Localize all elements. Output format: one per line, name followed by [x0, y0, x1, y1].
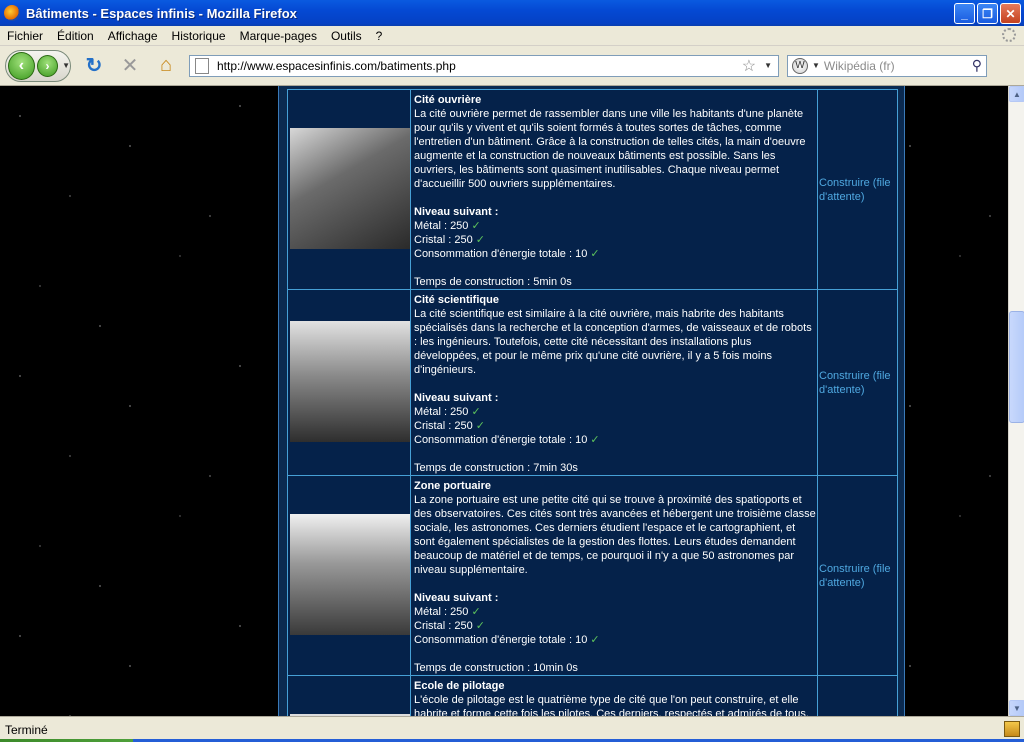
check-icon: ✓	[590, 634, 600, 646]
search-icon[interactable]: ⚲	[972, 57, 982, 74]
building-row: Cité scientifique La cité scientifique e…	[287, 289, 898, 476]
building-name: Ecole de pilotage	[414, 680, 505, 692]
addon-status-icon[interactable]	[1004, 721, 1020, 737]
forward-button[interactable]: ›	[36, 54, 59, 77]
menu-marque-pages[interactable]: Marque-pages	[233, 29, 324, 43]
building-name: Zone portuaire	[414, 480, 492, 492]
building-info: Ecole de pilotage L'école de pilotage es…	[414, 676, 818, 716]
building-image	[290, 321, 410, 442]
throbber-icon	[1002, 28, 1016, 42]
page-icon	[195, 57, 209, 74]
address-bar[interactable]: http://www.espacesinfinis.com/batiments.…	[189, 54, 779, 77]
menu-affichage[interactable]: Affichage	[101, 29, 165, 43]
history-dropdown-icon[interactable]: ▼	[62, 61, 70, 70]
next-level-label: Niveau suivant :	[414, 206, 499, 218]
restore-button[interactable]: ❐	[977, 3, 998, 24]
menu-edition[interactable]: Édition	[50, 29, 101, 43]
scroll-up-button[interactable]: ▲	[1009, 86, 1024, 102]
building-description: La zone portuaire est une petite cité qu…	[414, 494, 816, 576]
search-engine-dropdown-icon[interactable]: ▼	[812, 61, 820, 70]
next-level-label: Niveau suivant :	[414, 592, 499, 604]
metal-cost: Métal : 250 ✓	[414, 606, 481, 618]
status-text: Terminé	[5, 722, 48, 737]
menu-bar: Fichier Édition Affichage Historique Mar…	[0, 26, 1024, 46]
building-info: Zone portuaire La zone portuaire est une…	[414, 476, 818, 675]
building-name: Cité scientifique	[414, 294, 499, 306]
cristal-cost: Cristal : 250 ✓	[414, 234, 485, 246]
check-icon: ✓	[590, 434, 600, 446]
building-image	[290, 128, 410, 249]
energy-cost: Consommation d'énergie totale : 10 ✓	[414, 248, 600, 260]
energy-cost: Consommation d'énergie totale : 10 ✓	[414, 634, 600, 646]
wikipedia-icon[interactable]: W	[792, 57, 808, 74]
check-icon: ✓	[590, 248, 600, 260]
cristal-cost: Cristal : 250 ✓	[414, 620, 485, 632]
search-bar[interactable]: W ▼ Wikipédia (fr) ⚲	[787, 54, 987, 77]
menu-outils[interactable]: Outils	[324, 29, 369, 43]
building-image-cell	[288, 476, 411, 675]
action-cell: Construire (file d'attente)	[818, 90, 898, 289]
construction-time: Temps de construction : 7min 30s	[414, 462, 578, 474]
back-button[interactable]: ‹	[8, 51, 35, 80]
check-icon: ✓	[475, 620, 485, 632]
construction-time: Temps de construction : 10min 0s	[414, 662, 578, 674]
menu-historique[interactable]: Historique	[165, 29, 233, 43]
energy-cost: Consommation d'énergie totale : 10 ✓	[414, 434, 600, 446]
window-controls: _ ❐ ✕	[954, 3, 1021, 24]
building-row: Cité ouvrière La cité ouvrière permet de…	[287, 89, 898, 290]
url-dropdown-icon[interactable]: ▼	[764, 61, 772, 70]
home-button[interactable]: ⌂	[153, 53, 179, 79]
action-cell	[818, 676, 898, 716]
scroll-thumb[interactable]	[1009, 311, 1024, 423]
firefox-logo-icon	[4, 5, 20, 21]
vertical-scrollbar[interactable]: ▲ ▼	[1008, 86, 1024, 716]
window-title: Bâtiments - Espaces infinis - Mozilla Fi…	[26, 5, 297, 21]
building-info: Cité scientifique La cité scientifique e…	[414, 290, 818, 475]
building-info: Cité ouvrière La cité ouvrière permet de…	[414, 90, 818, 289]
building-image-cell	[288, 90, 411, 289]
building-description: La cité ouvrière permet de rassembler da…	[414, 108, 806, 190]
scroll-down-button[interactable]: ▼	[1009, 700, 1024, 716]
cristal-cost: Cristal : 250 ✓	[414, 420, 485, 432]
menu-aide[interactable]: ?	[369, 29, 390, 43]
search-input[interactable]: Wikipédia (fr)	[824, 59, 972, 73]
stop-button[interactable]: ✕	[117, 53, 143, 79]
building-row: Ecole de pilotage L'école de pilotage es…	[287, 675, 898, 716]
build-queue-link[interactable]: Construire (file d'attente)	[819, 369, 898, 397]
reload-button[interactable]: ↻	[81, 53, 107, 79]
action-cell: Construire (file d'attente)	[818, 290, 898, 475]
minimize-button[interactable]: _	[954, 3, 975, 24]
building-description: L'école de pilotage est le quatrième typ…	[414, 694, 809, 716]
build-queue-link[interactable]: Construire (file d'attente)	[819, 176, 898, 204]
build-queue-link[interactable]: Construire (file d'attente)	[819, 562, 898, 590]
next-level-label: Niveau suivant :	[414, 392, 499, 404]
url-input[interactable]: http://www.espacesinfinis.com/batiments.…	[217, 59, 742, 73]
navigation-toolbar: ‹ › ▼ ↻ ✕ ⌂ http://www.espacesinfinis.co…	[0, 46, 1024, 86]
check-icon: ✓	[471, 406, 481, 418]
back-forward-group: ‹ › ▼	[5, 49, 71, 82]
building-image-cell	[288, 290, 411, 475]
action-cell: Construire (file d'attente)	[818, 476, 898, 675]
building-image	[290, 514, 410, 635]
menu-fichier[interactable]: Fichier	[0, 29, 50, 43]
building-name: Cité ouvrière	[414, 94, 482, 106]
check-icon: ✓	[471, 606, 481, 618]
metal-cost: Métal : 250 ✓	[414, 220, 481, 232]
check-icon: ✓	[475, 420, 485, 432]
building-image-cell	[288, 676, 411, 716]
title-bar: Bâtiments - Espaces infinis - Mozilla Fi…	[0, 0, 1024, 26]
check-icon: ✓	[475, 234, 485, 246]
building-row: Zone portuaire La zone portuaire est une…	[287, 475, 898, 676]
construction-time: Temps de construction : 5min 0s	[414, 276, 572, 288]
page-content: Cité ouvrière La cité ouvrière permet de…	[0, 86, 1008, 716]
bookmark-star-icon[interactable]: ☆	[742, 56, 756, 76]
check-icon: ✓	[471, 220, 481, 232]
buildings-column: Cité ouvrière La cité ouvrière permet de…	[278, 86, 905, 716]
metal-cost: Métal : 250 ✓	[414, 406, 481, 418]
close-button[interactable]: ✕	[1000, 3, 1021, 24]
building-description: La cité scientifique est similaire à la …	[414, 308, 812, 376]
